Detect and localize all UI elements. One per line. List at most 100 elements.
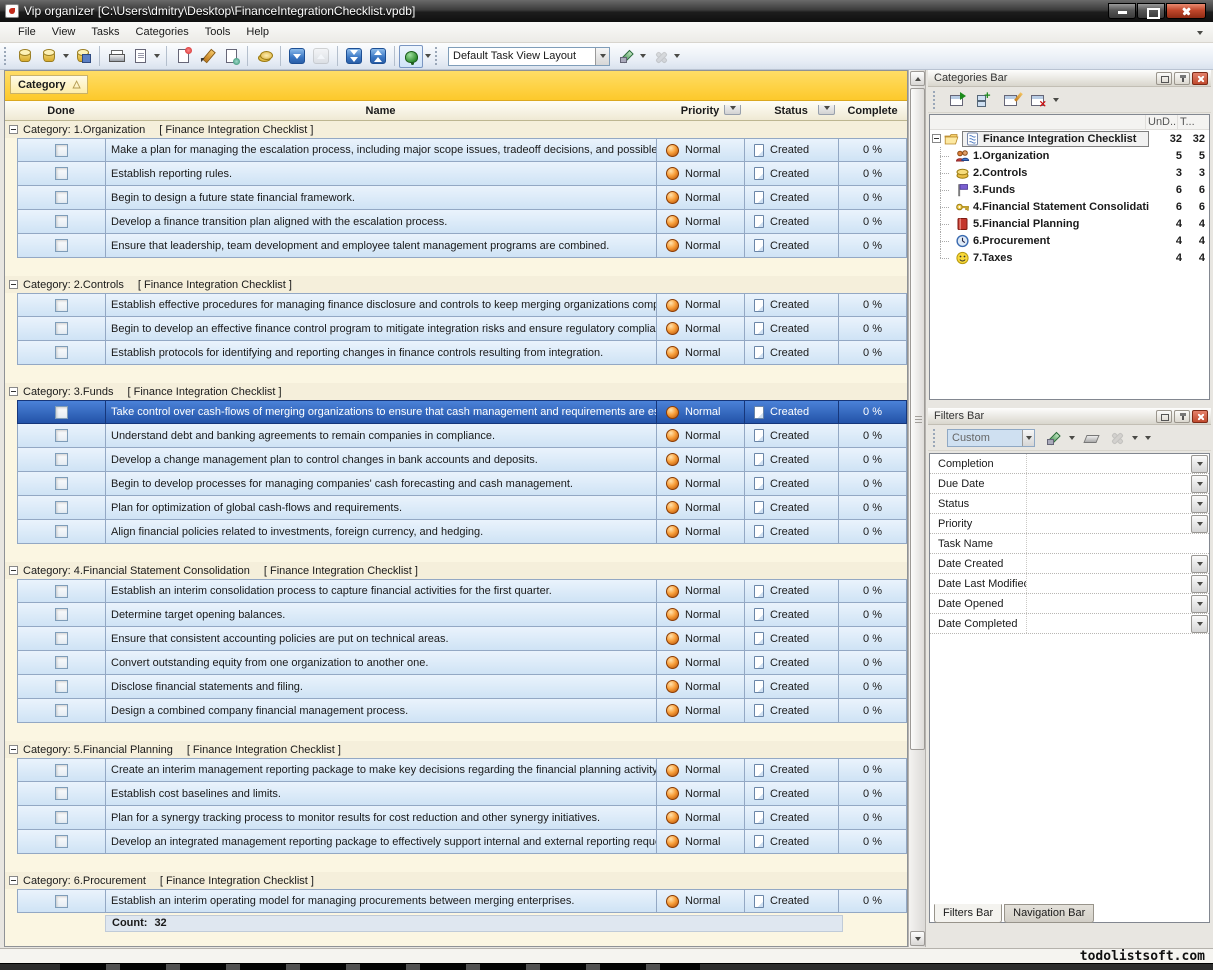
task-row[interactable]: Begin to design a future state financial…: [5, 186, 907, 210]
category-group-row[interactable]: Category: 3.Funds[ Finance Integration C…: [5, 383, 907, 400]
scroll-up-arrow[interactable]: [910, 71, 925, 86]
task-row[interactable]: Disclose financial statements and filing…: [5, 675, 907, 699]
dropdown-caret[interactable]: [638, 45, 648, 67]
column-header-name[interactable]: Name: [105, 105, 656, 117]
filter-value[interactable]: [1026, 494, 1191, 513]
done-checkbox[interactable]: [55, 299, 68, 312]
done-checkbox[interactable]: [55, 322, 68, 335]
toolbar-gripper[interactable]: [933, 429, 938, 447]
done-checkbox[interactable]: [55, 346, 68, 359]
print-preview-button[interactable]: [128, 45, 152, 68]
collapse-icon[interactable]: [9, 125, 18, 134]
task-row[interactable]: Develop a finance transition plan aligne…: [5, 210, 907, 234]
category-group-row[interactable]: Category: 6.Procurement[ Finance Integra…: [5, 872, 907, 889]
manage-layout-button[interactable]: [614, 45, 638, 68]
tree-root-row[interactable]: Finance Integration Checklist3232: [930, 130, 1209, 147]
new-category-button[interactable]: [945, 90, 967, 110]
done-checkbox[interactable]: [55, 525, 68, 538]
task-row[interactable]: Create an interim management reporting p…: [5, 758, 907, 782]
clear-filter-button[interactable]: [1080, 428, 1102, 448]
notifications-button[interactable]: [399, 45, 423, 68]
priority-filter-button[interactable]: [724, 105, 741, 115]
move-to-bottom-button[interactable]: [342, 45, 366, 68]
task-row[interactable]: Ensure that leadership, team development…: [5, 234, 907, 258]
task-row[interactable]: Begin to develop processes for managing …: [5, 472, 907, 496]
delete-category-button[interactable]: [1026, 90, 1048, 110]
task-row[interactable]: Understand debt and banking agreements t…: [5, 424, 907, 448]
task-row[interactable]: Align financial policies related to inve…: [5, 520, 907, 544]
task-row[interactable]: Begin to develop an effective finance co…: [5, 317, 907, 341]
done-checkbox[interactable]: [55, 406, 68, 419]
column-header-status[interactable]: Status: [744, 105, 838, 117]
done-checkbox[interactable]: [55, 191, 68, 204]
minimize-button[interactable]: [1108, 3, 1136, 19]
filter-dropdown-button[interactable]: [1191, 615, 1208, 633]
delete-layout-button[interactable]: [648, 45, 672, 68]
filter-dropdown-button[interactable]: [1191, 515, 1208, 533]
task-row[interactable]: Make a plan for managing the escalation …: [5, 138, 907, 162]
column-header-complete[interactable]: Complete: [838, 105, 907, 117]
filter-dropdown-button[interactable]: [1191, 495, 1208, 513]
menu-help[interactable]: Help: [238, 24, 277, 40]
restore-button[interactable]: [1137, 3, 1165, 19]
tree-item-row[interactable]: 7.Taxes44: [930, 249, 1209, 266]
done-checkbox[interactable]: [55, 680, 68, 693]
delete-task-button[interactable]: [219, 45, 243, 68]
task-row[interactable]: Establish an interim operating model for…: [5, 889, 907, 913]
done-checkbox[interactable]: [55, 656, 68, 669]
panel-close-button[interactable]: [1192, 72, 1208, 85]
delete-filter-button[interactable]: [1105, 428, 1127, 448]
done-checkbox[interactable]: [55, 453, 68, 466]
done-checkbox[interactable]: [55, 144, 68, 157]
tree-item-row[interactable]: 6.Procurement44: [930, 232, 1209, 249]
print-button[interactable]: [104, 45, 128, 68]
edit-category-button[interactable]: [999, 90, 1021, 110]
menu-tools[interactable]: Tools: [197, 24, 239, 40]
done-checkbox[interactable]: [55, 167, 68, 180]
edit-task-button[interactable]: [195, 45, 219, 68]
open-database-button[interactable]: [37, 45, 61, 68]
layout-combo-dropdown[interactable]: [595, 48, 609, 65]
close-button[interactable]: [1166, 3, 1206, 19]
tree-collapse-icon[interactable]: [932, 134, 941, 143]
new-task-button[interactable]: [171, 45, 195, 68]
toolbar-gripper[interactable]: [933, 91, 938, 109]
done-checkbox[interactable]: [55, 787, 68, 800]
task-row[interactable]: Plan for a synergy tracking process to m…: [5, 806, 907, 830]
move-to-top-button[interactable]: [366, 45, 390, 68]
category-group-row[interactable]: Category: 4.Financial Statement Consolid…: [5, 562, 907, 579]
done-checkbox[interactable]: [55, 835, 68, 848]
done-checkbox[interactable]: [55, 811, 68, 824]
dropdown-caret[interactable]: [1130, 427, 1140, 449]
tree-item-row[interactable]: 2.Controls33: [930, 164, 1209, 181]
grid-vertical-scrollbar[interactable]: [908, 70, 926, 947]
scrollbar-thumb[interactable]: [910, 88, 925, 750]
move-up-button[interactable]: [309, 45, 333, 68]
save-database-button[interactable]: [71, 45, 95, 68]
tree-item-row[interactable]: 3.Funds66: [930, 181, 1209, 198]
done-checkbox[interactable]: [55, 632, 68, 645]
scroll-down-arrow[interactable]: [910, 931, 925, 946]
panel-pin-button[interactable]: [1174, 72, 1190, 85]
filter-value[interactable]: [1026, 574, 1191, 593]
filter-value[interactable]: [1026, 554, 1191, 573]
done-checkbox[interactable]: [55, 704, 68, 717]
filter-value[interactable]: [1026, 614, 1191, 633]
task-row[interactable]: Develop an integrated management reporti…: [5, 830, 907, 854]
filter-preset-dropdown[interactable]: [1022, 430, 1034, 446]
panel-pin-button[interactable]: [1174, 410, 1190, 423]
toolbar-gripper[interactable]: [4, 47, 9, 65]
categories-button[interactable]: [252, 45, 276, 68]
done-checkbox[interactable]: [55, 429, 68, 442]
tree-column-header[interactable]: T...: [1177, 115, 1209, 129]
collapse-icon[interactable]: [9, 387, 18, 396]
task-row[interactable]: Determine target opening balances.Normal…: [5, 603, 907, 627]
tree-item-row[interactable]: 5.Financial Planning44: [930, 215, 1209, 232]
dropdown-caret[interactable]: [672, 45, 682, 67]
filter-value[interactable]: [1026, 514, 1191, 533]
dropdown-caret[interactable]: [61, 45, 71, 67]
filter-dropdown-button[interactable]: [1191, 575, 1208, 593]
done-checkbox[interactable]: [55, 585, 68, 598]
filter-dropdown-button[interactable]: [1191, 475, 1208, 493]
filter-dropdown-button[interactable]: [1191, 455, 1208, 473]
